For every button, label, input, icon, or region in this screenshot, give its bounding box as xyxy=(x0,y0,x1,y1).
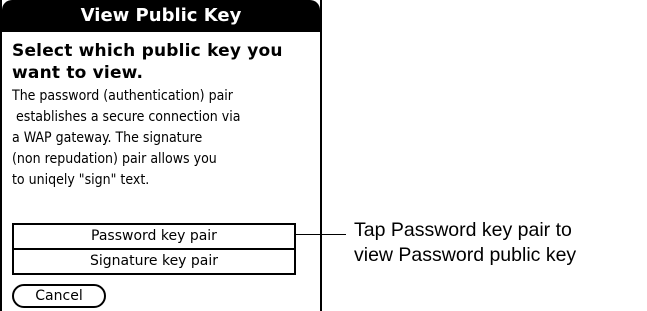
description-line: establishes a secure connection via xyxy=(12,109,241,125)
description-line: (non repudation) pair allows you xyxy=(12,151,217,167)
key-pair-list: Password key pair Signature key pair xyxy=(12,223,296,275)
description-line: to uniqely "sign" text. xyxy=(12,172,150,188)
callout-line: Tap Password key pair to xyxy=(354,219,572,241)
callout-leader-line xyxy=(296,234,346,235)
callout-line: view Password public key xyxy=(354,244,577,266)
signature-key-pair-item[interactable]: Signature key pair xyxy=(14,248,294,273)
heading-line: Select which public key you xyxy=(12,41,283,61)
callout-annotation: Tap Password key pair to view Password p… xyxy=(354,218,644,268)
dialog-title: View Public Key xyxy=(2,0,320,32)
description-line: The password (authentication) pair xyxy=(12,88,233,104)
cancel-button[interactable]: Cancel xyxy=(12,284,106,308)
heading-line: want to view. xyxy=(12,63,144,83)
description-line: a WAP gateway. The signature xyxy=(12,130,203,146)
description-text: The password (authentication) pair estab… xyxy=(12,86,312,191)
palm-dialog: View Public Key Select which public key … xyxy=(0,0,322,311)
dialog-heading: Select which public key you want to view… xyxy=(12,40,312,84)
password-key-pair-item[interactable]: Password key pair xyxy=(14,225,294,248)
